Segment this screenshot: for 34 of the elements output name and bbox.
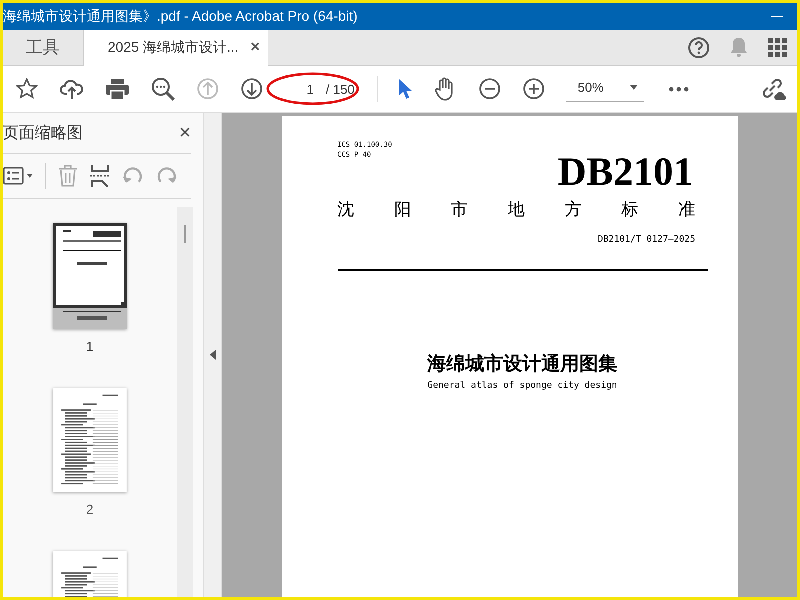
arrow-down-icon[interactable] (241, 78, 263, 100)
help-icon[interactable] (688, 36, 710, 58)
zoom-in-icon[interactable] (522, 78, 545, 100)
options-menu-icon[interactable] (3, 167, 33, 185)
tab[interactable]: 2025 海绵城市设计... × (84, 30, 268, 66)
insert-page-icon[interactable] (90, 165, 110, 187)
link-cloud-icon[interactable] (761, 77, 787, 101)
page-number-field[interactable]: 1 (288, 82, 318, 96)
page-thumbnail[interactable] (53, 223, 127, 329)
zoom-search-icon[interactable] (151, 77, 175, 101)
cloud-upload-icon[interactable] (60, 78, 84, 100)
zoom-out-icon[interactable] (478, 78, 501, 100)
page-number-label: 1 (86, 339, 94, 354)
standard-code: DB2101 (558, 152, 694, 192)
close-panel-button[interactable]: × (179, 122, 191, 144)
print-icon[interactable] (106, 78, 129, 100)
star-icon[interactable] (16, 78, 38, 100)
page-count: / 150 (326, 82, 355, 96)
page-number-label: 2 (86, 502, 94, 517)
window-title: 海绵城市设计通用图集》.pdf - Adobe Acrobat Pro (64-bit) (3, 8, 359, 26)
page-thumbnail[interactable] (53, 388, 127, 492)
standard-authority: 沈阳市地方标准 (338, 199, 696, 221)
document-subtitle: General atlas of sponge city design (428, 380, 618, 390)
collapse-arrow-icon[interactable] (210, 350, 216, 360)
document-title: 海绵城市设计通用图集 (428, 352, 618, 376)
standard-number: DB2101/T 0127—2025 (598, 235, 696, 245)
close-tab-button[interactable]: × (250, 39, 260, 57)
panel-title: 页面缩略图 (3, 124, 83, 144)
minimize-icon[interactable] (771, 16, 783, 18)
zoom-dropdown[interactable]: 50% (566, 76, 644, 102)
pointer-icon[interactable] (396, 78, 413, 100)
caret-icon (630, 85, 638, 90)
apps-grid-icon[interactable] (768, 38, 787, 57)
more-icon[interactable] (668, 86, 689, 92)
